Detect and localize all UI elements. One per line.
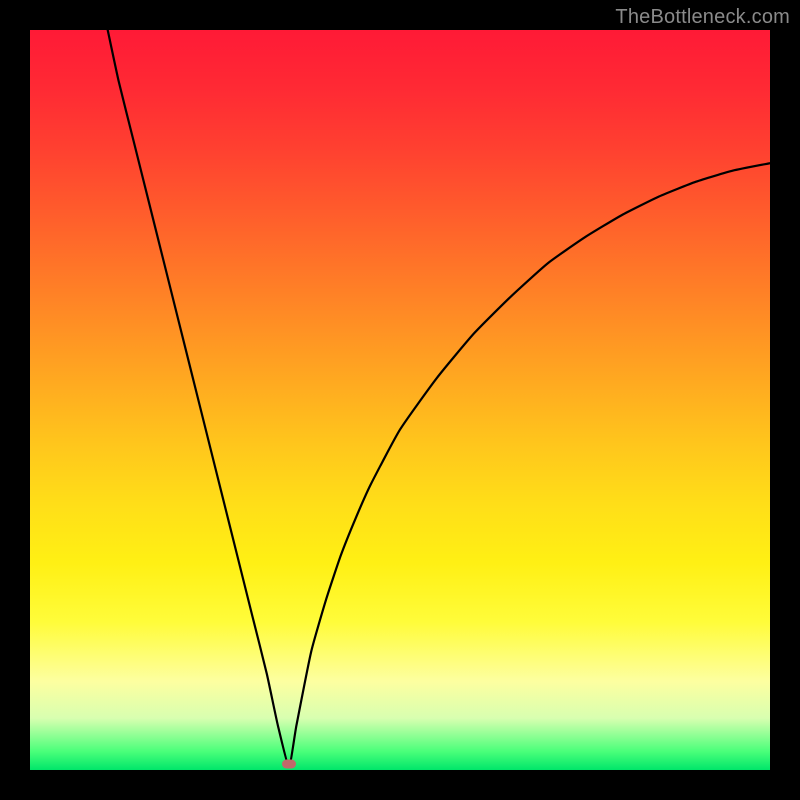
watermark-text: TheBottleneck.com	[615, 6, 790, 29]
chart-stage: TheBottleneck.com	[0, 0, 800, 800]
bottleneck-curve	[30, 30, 770, 770]
minimum-marker	[282, 760, 296, 769]
plot-area	[30, 30, 770, 770]
